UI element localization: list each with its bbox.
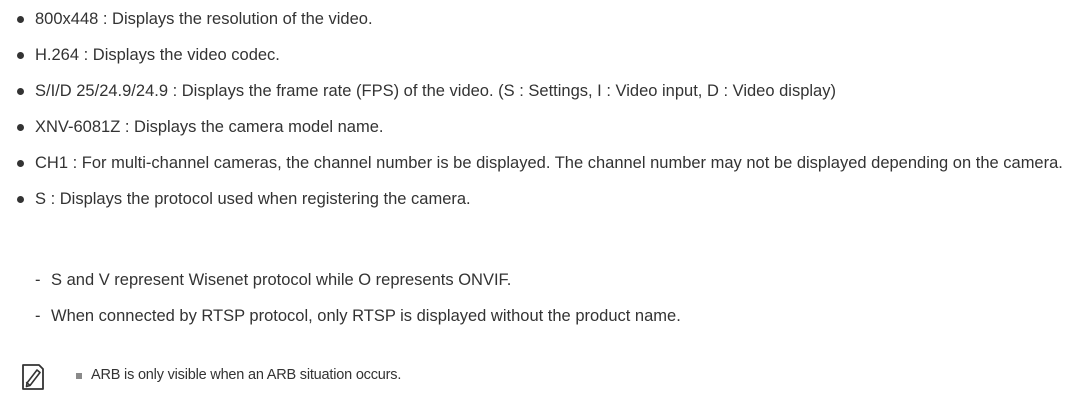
document-page: 800x448 : Displays the resolution of the… — [0, 0, 1089, 402]
note-text: ARB is only visible when an ARB situatio… — [91, 367, 402, 383]
sub-list-item: - When connected by RTSP protocol, only … — [35, 304, 1075, 328]
list-item-text: XNV-6081Z : Displays the camera model na… — [35, 118, 384, 136]
bullet-list: 800x448 : Displays the resolution of the… — [17, 7, 1087, 211]
bullet-dot — [17, 16, 24, 23]
list-item: 800x448 : Displays the resolution of the… — [17, 7, 1087, 31]
list-item: S/I/D 25/24.9/24.9 : Displays the frame … — [17, 79, 1087, 103]
sub-list-item-text: S and V represent Wisenet protocol while… — [51, 271, 512, 289]
note-box: ARB is only visible when an ARB situatio… — [20, 362, 1080, 398]
list-item: CH1 : For multi-channel cameras, the cha… — [17, 151, 1087, 175]
bullet-dot — [17, 160, 24, 167]
sub-list: - S and V represent Wisenet protocol whi… — [35, 268, 1075, 340]
bullet-dot — [17, 196, 24, 203]
dash-marker: - — [35, 307, 41, 325]
bullet-dot — [17, 124, 24, 131]
pencil-note-icon — [22, 364, 44, 390]
note-square-bullet — [76, 373, 82, 379]
list-item-text: S/I/D 25/24.9/24.9 : Displays the frame … — [35, 82, 836, 100]
bullet-dot — [17, 52, 24, 59]
list-item: S : Displays the protocol used when regi… — [17, 187, 1087, 211]
list-item-text: S : Displays the protocol used when regi… — [35, 190, 471, 208]
list-item: H.264 : Displays the video codec. — [17, 43, 1087, 67]
list-item-text: CH1 : For multi-channel cameras, the cha… — [35, 154, 1063, 172]
list-item-text: 800x448 : Displays the resolution of the… — [35, 10, 373, 28]
list-item: XNV-6081Z : Displays the camera model na… — [17, 115, 1087, 139]
list-item-text: H.264 : Displays the video codec. — [35, 46, 280, 64]
sub-list-item: - S and V represent Wisenet protocol whi… — [35, 268, 1075, 292]
sub-list-item-text: When connected by RTSP protocol, only RT… — [51, 307, 681, 325]
bullet-dot — [17, 88, 24, 95]
dash-marker: - — [35, 271, 41, 289]
